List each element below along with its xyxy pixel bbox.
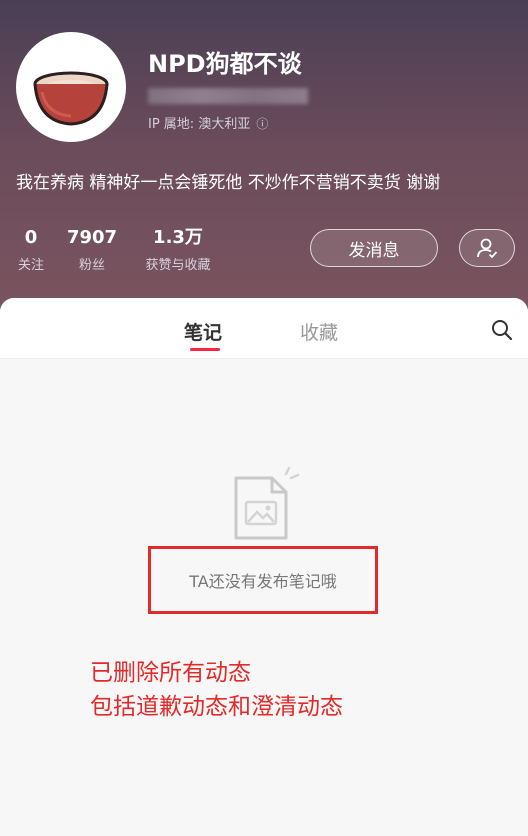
send-message-button[interactable]: 发消息 [310,229,438,267]
profile-header: NPD狗都不谈 IP 属地: 澳大利亚 ⓘ 我在养病 精神好一点会锤死他 不炒作不… [0,0,528,330]
user-check-icon [477,238,498,259]
tab-notes-label: 笔记 [184,322,223,344]
annotation-line-1: 已删除所有动态 [90,660,251,686]
blurred-user-id [148,88,308,104]
ip-location-text: IP 属地: 澳大利亚 [148,117,251,132]
tab-bar: 笔记 收藏 [0,298,528,359]
username: NPD狗都不谈 [148,50,302,78]
tab-notes[interactable]: 笔记 [184,318,223,351]
followers-label: 粉丝 [78,258,105,273]
empty-state-highlight: TA还没有发布笔记哦 [148,546,378,614]
annotation-line-2: 包括道歉动态和澄清动态 [90,694,343,720]
empty-image-doc-icon [234,466,300,540]
tab-favorites[interactable]: 收藏 [300,318,338,345]
likes-count: 1.3万 [153,227,203,248]
empty-state-text: TA还没有发布笔记哦 [189,572,337,591]
stat-following[interactable]: 0 关注 [14,227,48,274]
likes-label: 获赞与收藏 [145,258,211,273]
follow-status-button[interactable] [459,229,515,267]
annotation: 已删除所有动态 包括道歉动态和澄清动态 [90,656,343,724]
active-tab-indicator [190,348,220,351]
bio: 我在养病 精神好一点会锤死他 不炒作不营销不卖货 谢谢 [16,173,441,193]
bowl-icon [33,71,109,126]
avatar[interactable] [16,32,126,142]
ip-location: IP 属地: 澳大利亚 ⓘ [148,113,268,132]
followers-count: 7907 [66,227,118,248]
info-icon[interactable]: ⓘ [256,115,268,132]
following-label: 关注 [17,258,44,273]
search-icon[interactable] [490,318,514,342]
stat-followers[interactable]: 7907 粉丝 [60,227,124,274]
content-panel: 笔记 收藏 TA还没有发布笔记哦 已删除所有动态 包括道歉动态和澄清动态 [0,298,528,836]
following-count: 0 [24,227,38,248]
stat-likes[interactable]: 1.3万 获赞与收藏 [132,227,224,274]
